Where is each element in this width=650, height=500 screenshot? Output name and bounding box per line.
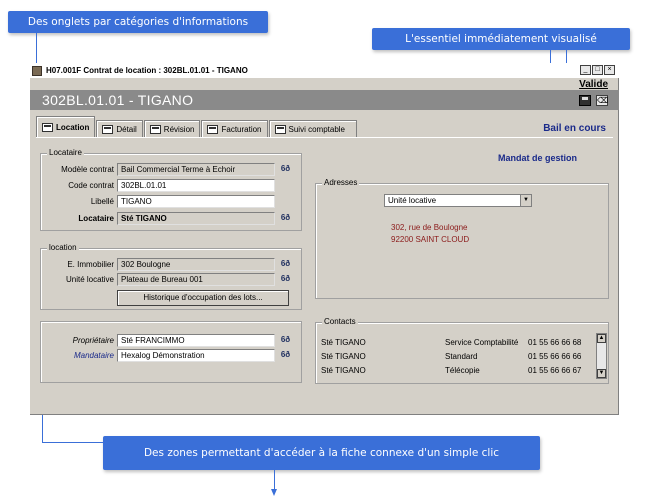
tab-revision-label: Révision: [163, 125, 195, 134]
contact-name[interactable]: Sté TIGANO: [321, 352, 366, 361]
callout-summary-text: L'essentiel immédiatement visualisé: [405, 33, 597, 45]
mandataire-link-icon[interactable]: 6ð: [279, 349, 292, 361]
callout-links: Des zones permettant d'accéder à la fich…: [103, 436, 540, 470]
code-contrat-field[interactable]: 302BL.01.01: [117, 179, 275, 192]
close-icon[interactable]: ×: [604, 65, 615, 75]
contact-name[interactable]: Sté TIGANO: [321, 338, 366, 347]
tab-suivi-comptable-label: Suivi comptable: [288, 125, 345, 134]
immeuble-link-icon[interactable]: 6ð: [279, 258, 292, 270]
scroll-down-icon[interactable]: ▼: [597, 369, 606, 378]
code-contrat-label: Code contrat: [68, 181, 114, 190]
record-title: 302BL.01.01 - TIGANO: [42, 92, 194, 108]
locataire-link-icon[interactable]: 6ð: [279, 212, 292, 224]
contact-service[interactable]: Télécopie: [445, 366, 480, 375]
arrow-bottom-line: [274, 470, 275, 490]
modele-contrat-label: Modèle contrat: [61, 165, 114, 174]
contact-phone[interactable]: 01 55 66 66 66: [528, 352, 581, 361]
libelle-label: Libellé: [90, 197, 114, 206]
contact-phone[interactable]: 01 55 66 66 68: [528, 338, 581, 347]
app-icon: [32, 65, 42, 76]
unite-locative-link-icon[interactable]: 6ð: [279, 273, 292, 285]
record-banner: 302BL.01.01 - TIGANO ⌫: [30, 90, 619, 110]
tab-detail[interactable]: Détail: [96, 120, 143, 138]
tab-detail-label: Détail: [116, 125, 137, 134]
eraser-icon[interactable]: ⌫: [596, 95, 608, 106]
contacts-scrollbar[interactable]: ▲ ▼: [596, 333, 607, 379]
contact-phone[interactable]: 01 55 66 66 67: [528, 366, 581, 375]
proprietaire-link-icon[interactable]: 6ð: [279, 334, 292, 346]
grid-icon: [149, 125, 161, 134]
callout-summary: L'essentiel immédiatement visualisé: [372, 28, 630, 50]
contract-window: H07.001F Contrat de location : 302BL.01.…: [30, 63, 619, 415]
mandataire-label: Mandataire: [73, 351, 114, 360]
libelle-field[interactable]: TIGANO: [117, 195, 275, 208]
save-icon[interactable]: [579, 95, 591, 106]
callout-links-text: Des zones permettant d'accéder à la fich…: [143, 447, 500, 459]
contact-name[interactable]: Sté TIGANO: [321, 366, 366, 375]
tab-facturation[interactable]: Facturation: [201, 120, 268, 138]
contacts-legend: Contacts: [322, 317, 358, 326]
tab-location-label: Location: [56, 123, 90, 132]
callout-tabs-text: Des onglets par catégories d'information…: [27, 16, 249, 28]
locataire-field[interactable]: Sté TIGANO: [117, 212, 275, 225]
proprietaire-label: Propriétaire: [72, 336, 114, 345]
grid-icon: [207, 125, 219, 134]
mandat-label: Mandat de gestion: [498, 153, 578, 163]
modele-contrat-field[interactable]: Bail Commercial Terme à Echoir: [117, 163, 275, 176]
location-legend: location: [47, 243, 79, 252]
locataire-legend: Locataire: [47, 148, 84, 157]
address-line-1: 302, rue de Boulogne: [391, 223, 468, 232]
scroll-up-icon[interactable]: ▲: [597, 334, 606, 343]
grid-icon: [102, 125, 114, 134]
proprietaire-field[interactable]: Sté FRANCIMMO: [117, 334, 275, 347]
modele-contrat-link-icon[interactable]: 6ð: [279, 163, 292, 175]
historique-button[interactable]: Historique d'occupation des lots...: [117, 290, 289, 306]
locataire-label: Locataire: [78, 214, 114, 223]
tab-location[interactable]: Location: [36, 116, 96, 138]
immeuble-label: E. Immobilier: [67, 260, 114, 269]
arrow-bottom-head: [271, 489, 277, 496]
unite-locative-label: Unité locative: [65, 275, 114, 284]
building-icon: [42, 123, 53, 132]
minimize-icon[interactable]: _: [580, 65, 591, 75]
unite-locative-field[interactable]: Plateau de Bureau 001: [117, 273, 275, 286]
contact-service[interactable]: Standard: [445, 352, 477, 361]
tab-bar: Location Détail Révision Facturation Sui…: [36, 116, 358, 138]
address-type-select[interactable]: Unité locative ▼: [384, 194, 532, 207]
address-type-value: Unité locative: [388, 196, 437, 205]
tab-panel-edge: [36, 137, 613, 138]
arrow-links-horizontal: [42, 442, 104, 443]
window-title: H07.001F Contrat de location : 302BL.01.…: [46, 66, 248, 75]
grid-icon: [274, 125, 286, 134]
callout-tabs: Des onglets par catégories d'information…: [8, 11, 268, 33]
immeuble-field[interactable]: 302 Boulogne: [117, 258, 275, 271]
maximize-icon[interactable]: □: [592, 65, 603, 75]
tab-suivi-comptable[interactable]: Suivi comptable: [268, 120, 357, 138]
tab-revision[interactable]: Révision: [143, 120, 201, 138]
adresses-legend: Adresses: [322, 178, 360, 187]
contact-service[interactable]: Service Comptabilité: [445, 338, 518, 347]
tab-facturation-label: Facturation: [221, 125, 262, 134]
address-line-2: 92200 SAINT CLOUD: [391, 235, 470, 244]
title-bar: H07.001F Contrat de location : 302BL.01.…: [30, 63, 619, 78]
mandataire-field[interactable]: Hexalog Démonstration: [117, 349, 275, 362]
status-badge: Bail en cours: [543, 123, 606, 134]
chevron-down-icon[interactable]: ▼: [520, 195, 531, 206]
valide-button[interactable]: Valide: [579, 79, 608, 90]
